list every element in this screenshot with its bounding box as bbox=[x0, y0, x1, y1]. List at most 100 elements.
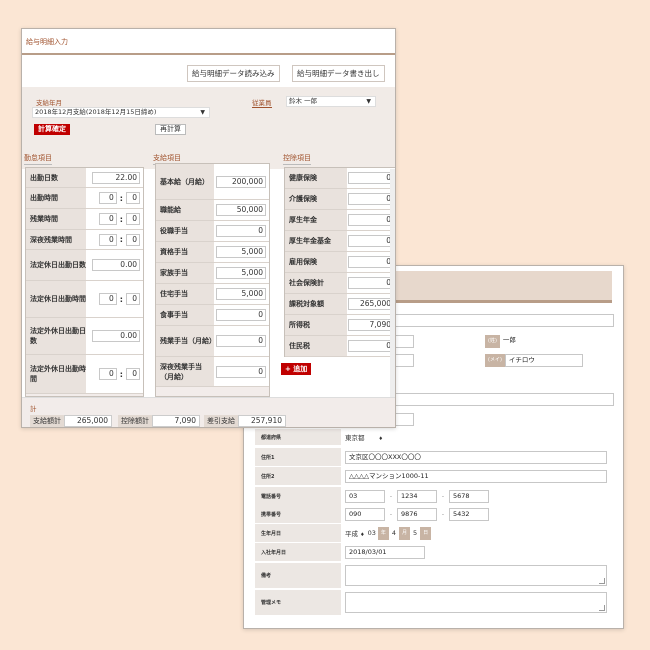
payment-input[interactable]: 0 bbox=[216, 335, 266, 347]
minutes-input[interactable]: 0 bbox=[126, 293, 140, 305]
deduction-input[interactable]: 0 bbox=[348, 277, 394, 289]
attendance-row-value-cell: 0:0 bbox=[86, 230, 143, 249]
deduction-input[interactable]: 0 bbox=[348, 214, 394, 226]
deduction-row: 厚生年金 0 bbox=[285, 210, 395, 231]
mobile-label: 携帯番号 bbox=[255, 505, 341, 523]
deduction-row: 社会保険計 0 bbox=[285, 273, 395, 294]
write-payslip-button[interactable]: 給与明細データ書き出し bbox=[292, 65, 385, 82]
attendance-row-value-cell: 22.00 bbox=[86, 168, 143, 187]
deduction-input[interactable]: 0 bbox=[348, 193, 394, 205]
minutes-input[interactable]: 0 bbox=[126, 192, 140, 204]
phone-label: 電話番号 bbox=[255, 487, 341, 505]
minutes-input[interactable]: 0 bbox=[126, 213, 140, 225]
total-deduction-label: 控除額計 bbox=[118, 415, 152, 427]
birth-year[interactable]: 03 bbox=[368, 529, 376, 537]
birth-month[interactable]: 4 bbox=[392, 529, 396, 537]
payment-input[interactable]: 0 bbox=[216, 365, 266, 378]
phone-field-3[interactable]: 5678 bbox=[449, 489, 489, 503]
deduction-input[interactable]: 0 bbox=[348, 256, 394, 268]
deduction-title: 控除項目 bbox=[283, 153, 311, 165]
attendance-row: 深夜残業時間 0:0 bbox=[26, 230, 143, 250]
payment-input[interactable]: 200,000 bbox=[216, 175, 266, 188]
net-pay-label: 差引支給 bbox=[204, 415, 238, 427]
mobile-field-3[interactable]: 5432 bbox=[449, 507, 489, 521]
payment-input[interactable]: 0 bbox=[216, 225, 266, 237]
era-select[interactable]: 平成 ♦ bbox=[345, 528, 365, 538]
deduction-row-value-cell: 265,000 bbox=[347, 294, 395, 314]
joined-field[interactable]: 2018/03/01 bbox=[345, 545, 425, 559]
load-payslip-button[interactable]: 給与明細データ読み込み bbox=[187, 65, 280, 82]
address2-field[interactable]: △△△△マンション1000-11 bbox=[345, 469, 607, 483]
time-separator: : bbox=[119, 235, 123, 244]
hours-input[interactable]: 0 bbox=[98, 368, 117, 380]
phone-field-1[interactable]: 03 bbox=[345, 489, 385, 503]
payment-row: 食事手当 0 bbox=[156, 305, 269, 326]
add-deduction-button[interactable]: + 追加 bbox=[281, 363, 312, 375]
deduction-row-label: 住民税 bbox=[285, 336, 347, 356]
birth-day[interactable]: 5 bbox=[413, 529, 417, 537]
payment-input[interactable]: 0 bbox=[216, 309, 266, 321]
deduction-input[interactable]: 0 bbox=[348, 340, 394, 352]
admin-memo-textarea[interactable] bbox=[345, 592, 607, 613]
attendance-row-value-cell: 0.00 bbox=[86, 250, 143, 280]
payment-input[interactable]: 50,000 bbox=[216, 204, 266, 216]
attendance-row-label: 出勤時間 bbox=[26, 188, 86, 208]
scrollbar[interactable] bbox=[390, 169, 395, 397]
total-deduction-value: 7,090 bbox=[152, 415, 200, 427]
deduction-row-label: 課税対象額 bbox=[285, 294, 347, 314]
mobile-field-2[interactable]: 9876 bbox=[397, 507, 437, 521]
first-kana-badge: (メイ) bbox=[485, 354, 505, 367]
deduction-row-label: 介護保険 bbox=[285, 189, 347, 209]
attendance-row-label: 法定外休日出勤時間 bbox=[26, 355, 86, 393]
attendance-input[interactable]: 0.00 bbox=[92, 259, 140, 271]
attendance-row-label: 出勤日数 bbox=[26, 168, 86, 187]
payslip-title: 給与明細入力 bbox=[22, 29, 395, 55]
attendance-row: 法定休日出勤日数 0.00 bbox=[26, 250, 143, 281]
pay-period-select[interactable]: 2018年12月支給(2018年12月15日締め) ▼ bbox=[32, 107, 210, 118]
payment-input[interactable]: 5,000 bbox=[216, 288, 266, 300]
first-name-field[interactable]: 一郎 bbox=[499, 335, 578, 348]
memo-textarea[interactable] bbox=[345, 565, 607, 586]
deduction-input[interactable]: 7,090 bbox=[348, 319, 394, 331]
chevron-down-icon: ▼ bbox=[366, 98, 371, 105]
payment-row: 役職手当 0 bbox=[156, 221, 269, 242]
attendance-input[interactable]: 22.00 bbox=[92, 171, 140, 184]
payslip-window: 給与明細入力 給与明細データ読み込み 給与明細データ書き出し 支給年月 2018… bbox=[21, 28, 396, 428]
hours-input[interactable]: 0 bbox=[98, 213, 117, 225]
day-unit: 日 bbox=[420, 526, 432, 540]
payment-row-value-cell: 200,000 bbox=[214, 164, 269, 199]
deduction-input[interactable]: 265,000 bbox=[348, 298, 394, 310]
deduction-input[interactable]: 0 bbox=[348, 235, 394, 247]
attendance-row: 出勤日数 22.00 bbox=[26, 168, 143, 188]
hours-input[interactable]: 0 bbox=[98, 192, 117, 204]
prefecture-select[interactable]: 東京都 ♦ bbox=[341, 432, 401, 442]
payment-row-label: 家族手当 bbox=[156, 263, 214, 283]
joined-row: 入社年月日 2018/03/01 bbox=[255, 543, 614, 561]
payment-input[interactable]: 5,000 bbox=[216, 267, 266, 279]
first-name-kana-field[interactable]: イチロウ bbox=[504, 354, 583, 367]
deduction-row: 課税対象額 265,000 bbox=[285, 294, 395, 315]
selection-panel: 支給年月 2018年12月支給(2018年12月15日締め) ▼ 従業員 鈴木 一… bbox=[22, 87, 395, 169]
deduction-input[interactable]: 0 bbox=[348, 172, 394, 184]
attendance-row: 法定外休日出勤時間 0:0 bbox=[26, 355, 143, 394]
payment-row: 職能給 50,000 bbox=[156, 200, 269, 221]
confirm-calc-button[interactable]: 計算確定 bbox=[34, 124, 70, 135]
admin-memo-label: 管理メモ bbox=[255, 590, 341, 615]
hours-input[interactable]: 0 bbox=[98, 293, 117, 305]
total-pay: 支給額計 265,000 bbox=[30, 415, 112, 427]
payment-input[interactable]: 5,000 bbox=[216, 246, 266, 258]
minutes-input[interactable]: 0 bbox=[126, 368, 140, 380]
minutes-input[interactable]: 0 bbox=[126, 233, 140, 246]
mobile-field-1[interactable]: 090 bbox=[345, 507, 385, 521]
totals-title: 計 bbox=[30, 405, 37, 413]
phone-field-2[interactable]: 1234 bbox=[397, 489, 437, 503]
hours-input[interactable]: 0 bbox=[98, 233, 117, 246]
employee-select[interactable]: 鈴木 一郎 ▼ bbox=[286, 96, 376, 107]
payment-row-value-cell: 0 bbox=[214, 357, 269, 386]
address1-field[interactable]: 文京区〇〇〇XXX〇〇〇 bbox=[345, 450, 607, 464]
recalc-button[interactable]: 再計算 bbox=[155, 124, 186, 135]
attendance-input[interactable]: 0.00 bbox=[92, 330, 140, 342]
payment-row-label: 資格手当 bbox=[156, 242, 214, 262]
attendance-row-label: 残業時間 bbox=[26, 209, 86, 229]
payment-row: 住宅手当 5,000 bbox=[156, 284, 269, 305]
